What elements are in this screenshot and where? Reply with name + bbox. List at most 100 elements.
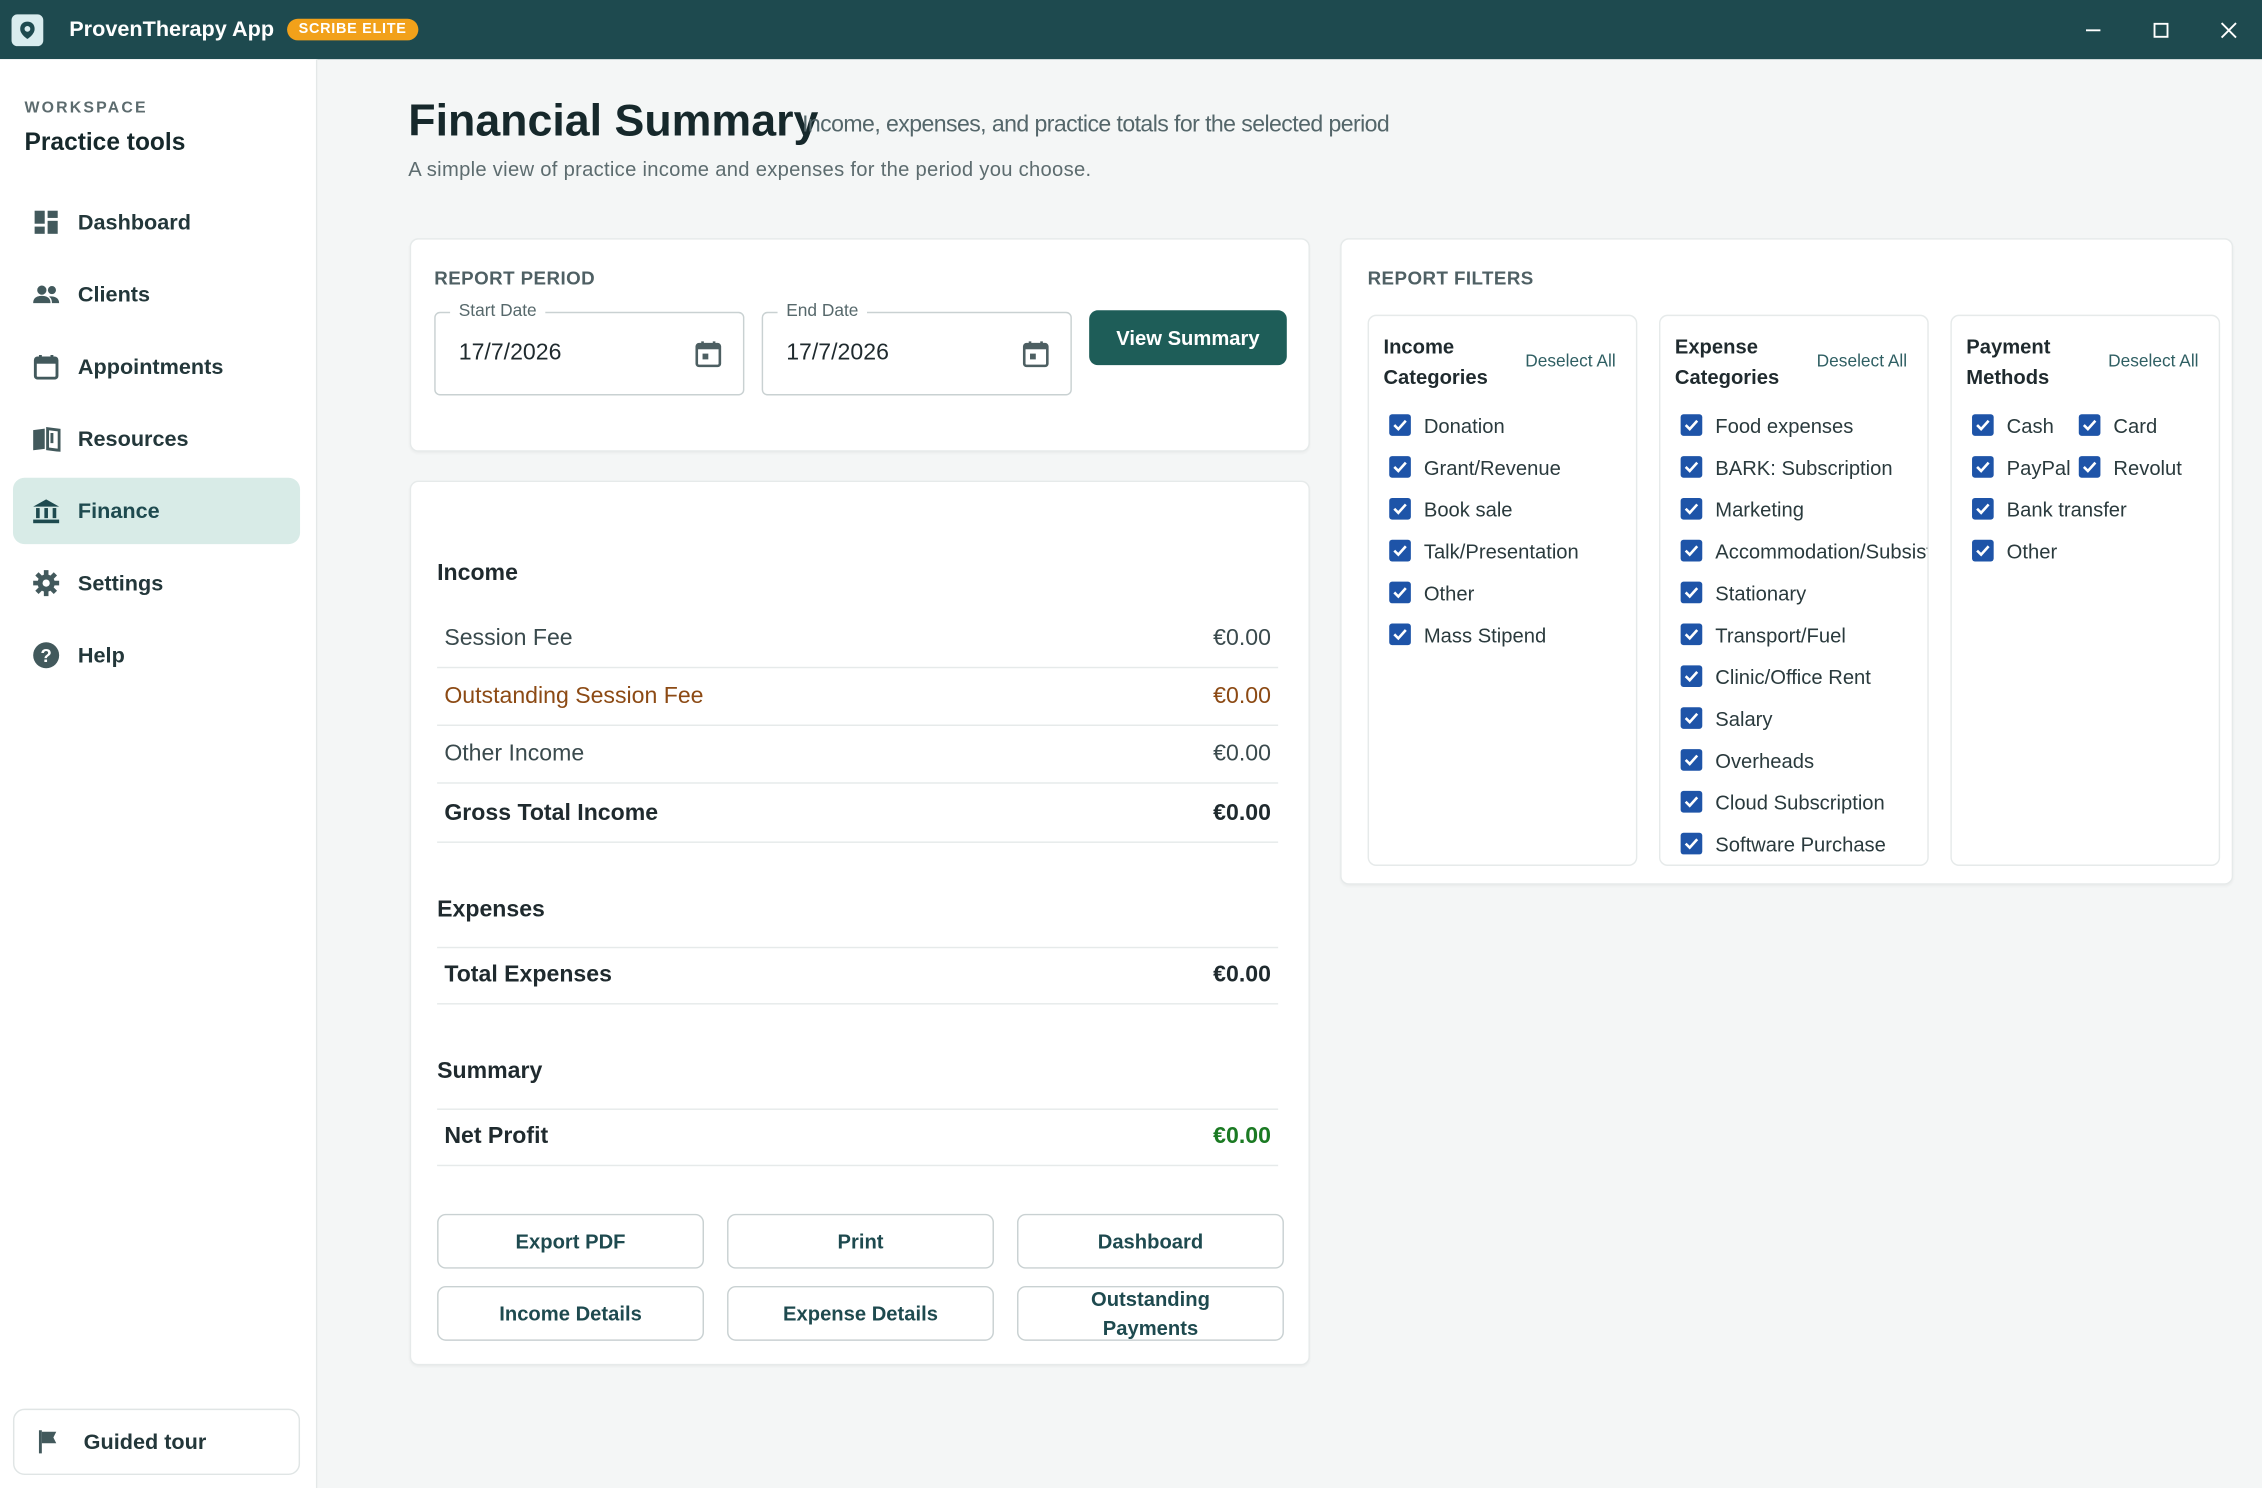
guided-tour-button[interactable]: Guided tour xyxy=(12,1408,301,1476)
checkbox-bark-subscription[interactable]: BARK: Subscription xyxy=(1680,446,1928,488)
dashboard-button[interactable]: Dashboard xyxy=(1017,1213,1284,1269)
checkmark-icon xyxy=(1972,456,1994,478)
guided-tour-label: Guided tour xyxy=(83,1429,207,1455)
checkbox-paypal[interactable]: PayPal xyxy=(1972,446,2079,488)
checkbox-overheads[interactable]: Overheads xyxy=(1680,739,1928,781)
checkbox-transport-fuel[interactable]: Transport/Fuel xyxy=(1680,613,1928,655)
print-button[interactable]: Print xyxy=(727,1213,994,1269)
row-label: Outstanding Session Fee xyxy=(444,683,704,708)
checkbox-label: Other xyxy=(1423,580,1475,605)
close-button[interactable] xyxy=(2194,0,2262,59)
checkbox-stationary[interactable]: Stationary xyxy=(1680,572,1928,614)
checkmark-icon xyxy=(1680,539,1703,562)
expense-categories-filter: Expense Categories Deselect All Food exp… xyxy=(1658,314,1929,866)
checkbox-label: PayPal xyxy=(2006,455,2071,479)
checkbox-label: Overheads xyxy=(1715,748,1815,772)
income-details-button[interactable]: Income Details xyxy=(437,1285,704,1341)
income-section-title: Income xyxy=(437,561,518,586)
start-date-field[interactable]: Start Date 17/7/2026 xyxy=(434,300,745,396)
checkmark-icon xyxy=(1972,414,1994,436)
deselect-all-payment-link[interactable]: Deselect All xyxy=(2108,351,2198,371)
checkmark-icon xyxy=(1680,497,1703,520)
deselect-all-expense-link[interactable]: Deselect All xyxy=(1817,351,1907,371)
row-label: Other Income xyxy=(444,741,585,766)
checkbox-label: Card xyxy=(2113,413,2158,437)
checkbox-label: Mass Stipend xyxy=(1423,622,1547,646)
checkbox-card[interactable]: Card xyxy=(2078,404,2158,446)
workspace-title: Practice tools xyxy=(24,128,186,156)
calendar-icon[interactable] xyxy=(694,339,723,368)
sidebar-item-help[interactable]: ? Help xyxy=(13,622,300,688)
start-date-value: 17/7/2026 xyxy=(458,340,562,366)
page-title: Financial Summary xyxy=(408,95,819,146)
close-icon xyxy=(2220,21,2236,38)
payment-methods-title: Payment Methods xyxy=(1966,334,2051,389)
checkmark-icon xyxy=(1680,832,1703,855)
outstanding-session-fee-row: Outstanding Session Fee €0.00 xyxy=(437,668,1279,726)
checkmark-icon xyxy=(1389,539,1411,562)
checkbox-cash[interactable]: Cash xyxy=(1972,404,2079,446)
sidebar-item-label: Clients xyxy=(77,282,151,307)
sidebar-item-dashboard[interactable]: Dashboard xyxy=(13,189,300,255)
row-label: Net Profit xyxy=(444,1124,549,1149)
checkbox-donation[interactable]: Donation xyxy=(1389,404,1579,446)
checkbox-book-sale[interactable]: Book sale xyxy=(1389,488,1579,530)
expenses-section-title: Expenses xyxy=(437,897,545,923)
checkbox-label: Cloud Subscription xyxy=(1715,790,1885,814)
checkbox-mass-stipend[interactable]: Mass Stipend xyxy=(1389,613,1579,655)
view-summary-button[interactable]: View Summary xyxy=(1089,310,1287,366)
row-amount: €0.00 xyxy=(1213,625,1271,651)
checkbox-cloud-subscription[interactable]: Cloud Subscription xyxy=(1680,781,1928,823)
checkbox-label: Revolut xyxy=(2113,455,2182,479)
payment-methods-filter: Payment Methods Deselect All Cash Card Pay… xyxy=(1950,314,2221,866)
sidebar-item-label: Dashboard xyxy=(77,210,191,235)
end-date-label: End Date xyxy=(777,300,868,321)
checkmark-icon xyxy=(1680,790,1703,813)
checkbox-food-expenses[interactable]: Food expenses xyxy=(1680,404,1928,446)
maximize-button[interactable] xyxy=(2126,0,2194,59)
checkbox-other[interactable]: Other xyxy=(1972,530,2079,572)
tier-badge: SCRIBE ELITE xyxy=(287,18,419,41)
minimize-button[interactable] xyxy=(2059,0,2127,59)
calendar-icon[interactable] xyxy=(1021,339,1050,368)
report-filters-kicker: REPORT FILTERS xyxy=(1367,267,1534,289)
end-date-field[interactable]: End Date 17/7/2026 xyxy=(761,300,1072,396)
checkbox-salary[interactable]: Salary xyxy=(1680,697,1928,739)
sidebar-nav: Dashboard Clients Appointments Resources xyxy=(12,189,301,694)
sidebar-item-finance[interactable]: Finance xyxy=(12,477,301,545)
checkbox-revolut[interactable]: Revolut xyxy=(2078,446,2182,488)
outstanding-payments-button[interactable]: Outstanding Payments xyxy=(1017,1285,1284,1341)
checkmark-icon xyxy=(1680,414,1703,436)
checkbox-grant-revenue[interactable]: Grant/Revenue xyxy=(1389,446,1579,488)
gear-icon xyxy=(32,569,61,598)
sidebar-item-clients[interactable]: Clients xyxy=(13,261,300,327)
checkbox-label: Salary xyxy=(1715,706,1773,730)
row-label: Total Expenses xyxy=(444,962,612,988)
sidebar-item-appointments[interactable]: Appointments xyxy=(13,333,300,399)
checkbox-marketing[interactable]: Marketing xyxy=(1680,488,1928,530)
income-checkbox-list: Donation Grant/Revenue Book sale Talk/Prese… xyxy=(1389,404,1579,655)
checkmark-icon xyxy=(1972,539,1994,562)
calendar-icon xyxy=(32,352,61,381)
checkbox-label: Grant/Revenue xyxy=(1423,455,1561,479)
checkbox-talk-presentation[interactable]: Talk/Presentation xyxy=(1389,530,1579,572)
checkbox-other[interactable]: Other xyxy=(1389,572,1579,614)
export-pdf-button[interactable]: Export PDF xyxy=(437,1213,704,1269)
session-fee-row: Session Fee €0.00 xyxy=(437,611,1279,669)
checkmark-icon xyxy=(1389,497,1411,520)
deselect-all-income-link[interactable]: Deselect All xyxy=(1525,351,1615,371)
checkbox-clinic-office-rent[interactable]: Clinic/Office Rent xyxy=(1680,655,1928,697)
checkbox-label: Software Purchase xyxy=(1715,832,1886,856)
checkbox-label: Clinic/Office Rent xyxy=(1715,664,1871,688)
sidebar-item-resources[interactable]: Resources xyxy=(13,406,300,472)
checkmark-icon xyxy=(1680,581,1703,604)
sidebar-item-settings[interactable]: Settings xyxy=(13,550,300,616)
expense-details-button[interactable]: Expense Details xyxy=(727,1285,994,1341)
checkbox-bank-transfer[interactable]: Bank transfer xyxy=(1972,488,2127,530)
title-bar: ProvenTherapy App SCRIBE ELITE xyxy=(0,0,2262,60)
checkbox-software-purchase[interactable]: Software Purchase xyxy=(1680,823,1928,865)
checkbox-accommodation-subsistence[interactable]: Accommodation/Subsistence xyxy=(1680,530,1927,572)
row-label: Gross Total Income xyxy=(444,800,659,825)
checkmark-icon xyxy=(1680,707,1703,729)
checkmark-icon xyxy=(2078,414,2101,436)
